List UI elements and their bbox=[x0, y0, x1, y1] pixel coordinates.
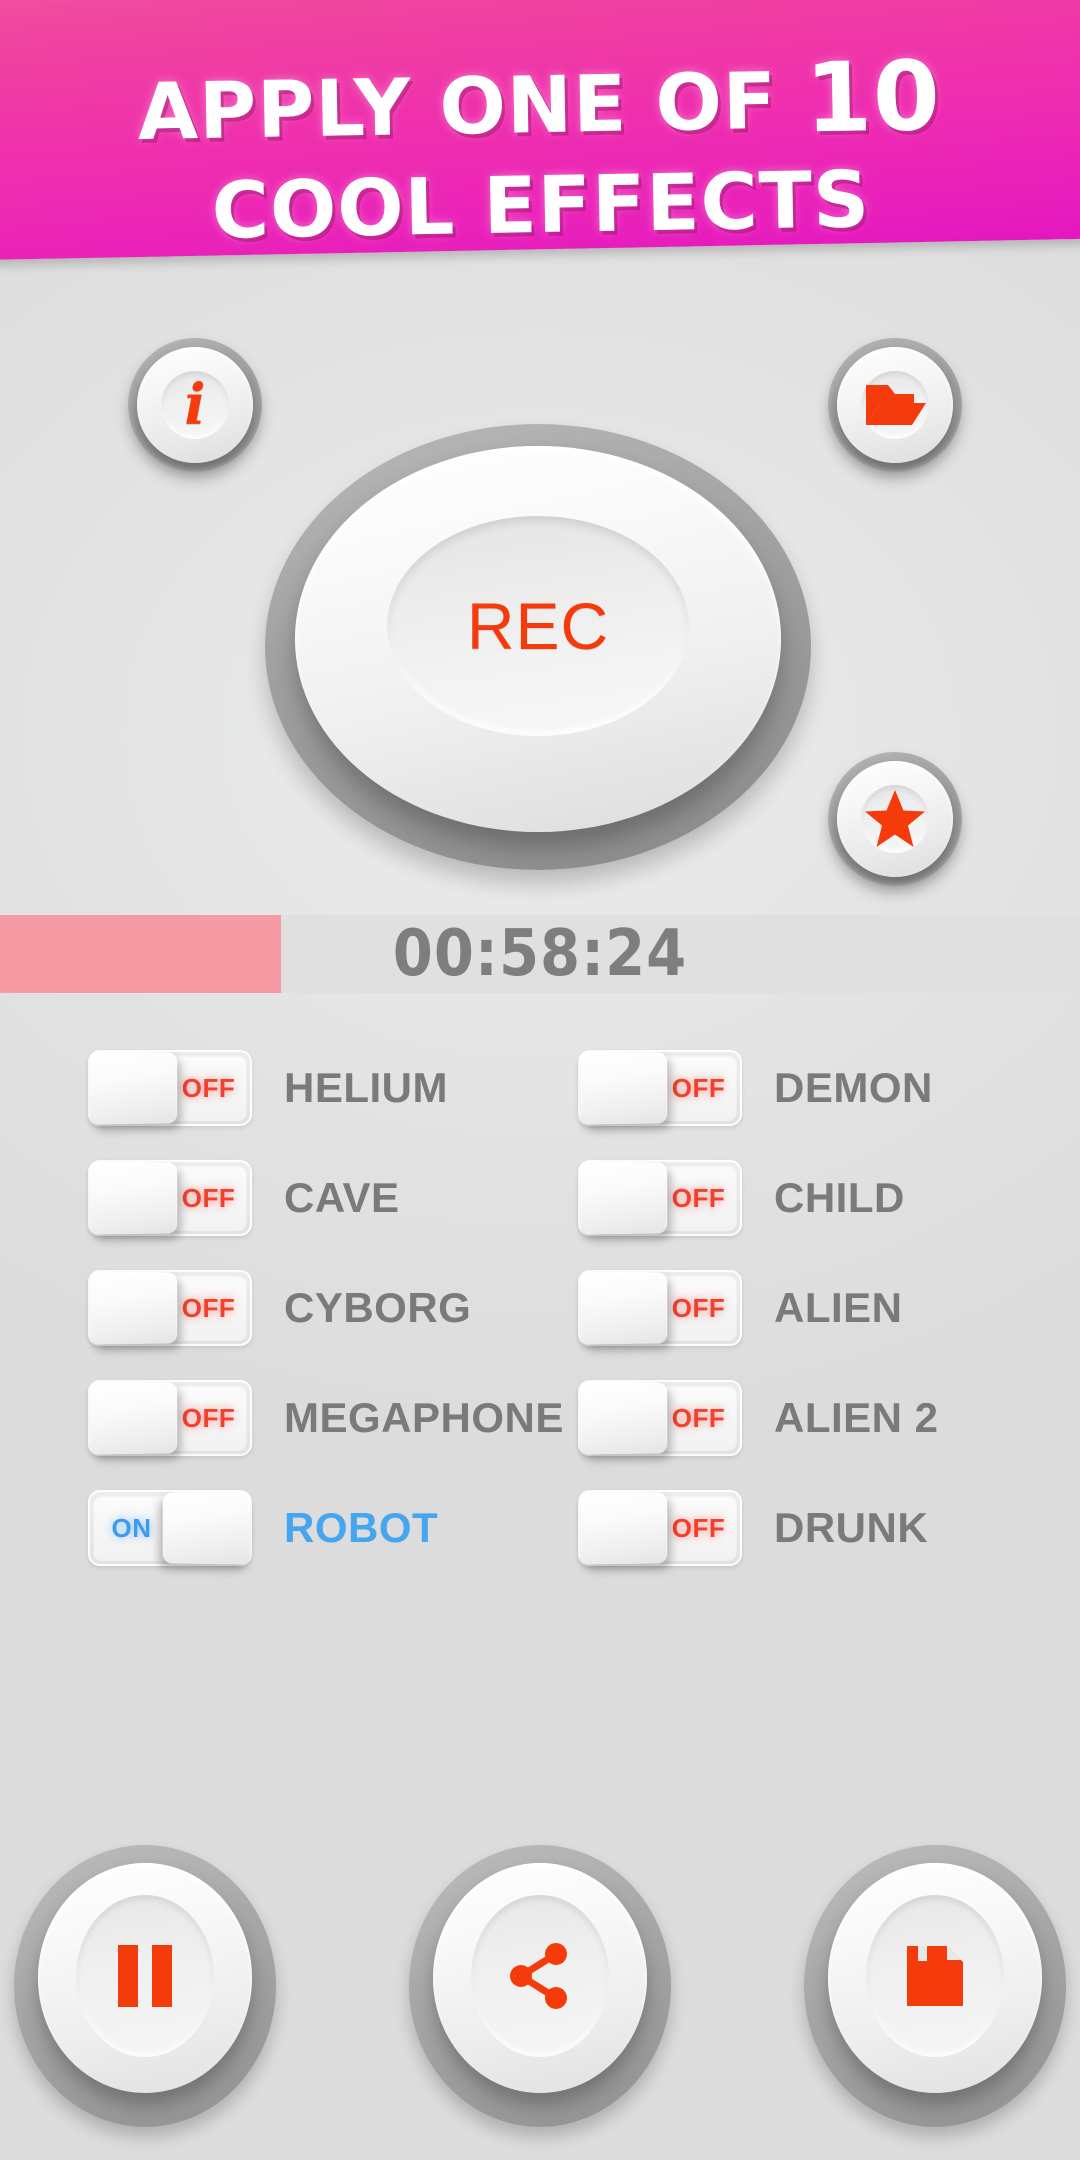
toggle-knob[interactable] bbox=[579, 1051, 668, 1125]
toggle-off-label: OFF bbox=[671, 1182, 726, 1213]
record-button-label: REC bbox=[466, 589, 610, 663]
toggle-off-label: OFF bbox=[671, 1402, 726, 1433]
open-folder-button-dish bbox=[861, 371, 929, 439]
open-folder-button[interactable] bbox=[828, 338, 962, 472]
promo-banner-line-1-prefix: APPLY ONE OF bbox=[136, 56, 807, 159]
share-icon bbox=[510, 1943, 567, 2009]
info-button-dish: i bbox=[161, 371, 229, 439]
playback-row: 00:58:24 bbox=[0, 915, 1080, 995]
toggle-off-label: OFF bbox=[671, 1512, 726, 1543]
effect-row: ONOFF ROBOT bbox=[88, 1490, 438, 1566]
effect-label: ALIEN bbox=[774, 1284, 903, 1331]
effect-row: ONOFF CAVE bbox=[88, 1160, 400, 1236]
effect-toggle-megaphone[interactable]: ONOFF bbox=[88, 1380, 252, 1456]
folder-open-icon bbox=[866, 385, 926, 425]
share-button-dish bbox=[471, 1895, 609, 2057]
transport-bar bbox=[0, 1845, 1080, 2135]
save-floppy-icon bbox=[907, 1946, 963, 2006]
effect-row: ONOFF ALIEN 2 bbox=[578, 1380, 939, 1456]
effect-label: HELIUM bbox=[284, 1064, 448, 1111]
promo-banner-line-1: APPLY ONE OF 10 bbox=[136, 40, 942, 159]
toggle-knob[interactable] bbox=[89, 1271, 178, 1345]
effect-toggle-helium[interactable]: ONOFF bbox=[88, 1050, 252, 1126]
promo-banner-line-2: COOL EFFECTS bbox=[210, 155, 871, 257]
save-button[interactable] bbox=[804, 1845, 1066, 2127]
toggle-off-label: OFF bbox=[671, 1292, 726, 1323]
effect-label: ALIEN 2 bbox=[774, 1394, 939, 1441]
record-button[interactable]: REC bbox=[265, 424, 811, 870]
effect-toggle-cyborg[interactable]: ONOFF bbox=[88, 1270, 252, 1346]
save-button-dish bbox=[866, 1895, 1004, 2057]
toggle-knob[interactable] bbox=[579, 1491, 668, 1565]
effect-label: CYBORG bbox=[284, 1284, 472, 1331]
favorites-button-dish bbox=[861, 785, 929, 853]
promo-banner: APPLY ONE OF 10 COOL EFFECTS bbox=[0, 0, 1080, 300]
favorites-button[interactable] bbox=[828, 752, 962, 886]
share-button[interactable] bbox=[409, 1845, 671, 2127]
effect-row: ONOFF CYBORG bbox=[88, 1270, 471, 1346]
favorites-button-cap bbox=[837, 761, 953, 877]
effect-label: DRUNK bbox=[774, 1504, 929, 1551]
toggle-knob[interactable] bbox=[579, 1381, 668, 1455]
effect-toggle-robot[interactable]: ONOFF bbox=[88, 1490, 252, 1566]
effect-label: CHILD bbox=[774, 1174, 905, 1221]
star-icon bbox=[865, 790, 925, 847]
effects-grid: ONOFFHELIUMONOFFDEMONONOFFCAVEONOFFCHILD… bbox=[0, 1030, 1080, 1790]
info-button[interactable]: i bbox=[128, 338, 262, 472]
effect-row: ONOFF DRUNK bbox=[578, 1490, 928, 1566]
toggle-off-label: OFF bbox=[181, 1292, 236, 1323]
toggle-knob[interactable] bbox=[579, 1161, 668, 1235]
effect-toggle-child[interactable]: ONOFF bbox=[578, 1160, 742, 1236]
info-icon: i bbox=[184, 372, 206, 438]
recording-timer: 00:58:24 bbox=[392, 917, 688, 991]
pause-button-dish bbox=[76, 1895, 214, 2057]
toggle-off-label: OFF bbox=[181, 1072, 236, 1103]
effect-toggle-demon[interactable]: ONOFF bbox=[578, 1050, 742, 1126]
effect-row: ONOFF ALIEN bbox=[578, 1270, 903, 1346]
record-button-cap: REC bbox=[295, 446, 781, 832]
effect-label: ROBOT bbox=[284, 1504, 439, 1551]
toggle-knob[interactable] bbox=[89, 1381, 178, 1455]
effect-label: MEGAPHONE bbox=[284, 1394, 564, 1441]
toggle-off-label: OFF bbox=[181, 1402, 236, 1433]
toggle-on-label: ON bbox=[111, 1512, 152, 1543]
record-button-dish: REC bbox=[387, 516, 689, 736]
effect-row: ONOFF HELIUM bbox=[88, 1050, 448, 1126]
effect-row: ONOFF DEMON bbox=[578, 1050, 933, 1126]
effect-toggle-alien-2[interactable]: ONOFF bbox=[578, 1380, 742, 1456]
toggle-knob[interactable] bbox=[162, 1491, 251, 1565]
effect-label: DEMON bbox=[774, 1064, 933, 1111]
effect-row: ONOFF CHILD bbox=[578, 1160, 905, 1236]
toggle-knob[interactable] bbox=[89, 1161, 178, 1235]
promo-banner-text: APPLY ONE OF 10 COOL EFFECTS bbox=[0, 0, 1080, 300]
pause-icon bbox=[118, 1945, 172, 2007]
effect-toggle-drunk[interactable]: ONOFF bbox=[578, 1490, 742, 1566]
promo-banner-effect-count: 10 bbox=[804, 40, 942, 155]
effect-row: ONOFF MEGAPHONE bbox=[88, 1380, 564, 1456]
effect-toggle-alien[interactable]: ONOFF bbox=[578, 1270, 742, 1346]
info-button-cap: i bbox=[137, 347, 253, 463]
effect-label: CAVE bbox=[284, 1174, 400, 1221]
toggle-off-label: OFF bbox=[671, 1072, 726, 1103]
toggle-knob[interactable] bbox=[89, 1051, 178, 1125]
toggle-knob[interactable] bbox=[579, 1271, 668, 1345]
toggle-off-label: OFF bbox=[181, 1182, 236, 1213]
open-folder-button-cap bbox=[837, 347, 953, 463]
pause-button[interactable] bbox=[14, 1845, 276, 2127]
effect-toggle-cave[interactable]: ONOFF bbox=[88, 1160, 252, 1236]
